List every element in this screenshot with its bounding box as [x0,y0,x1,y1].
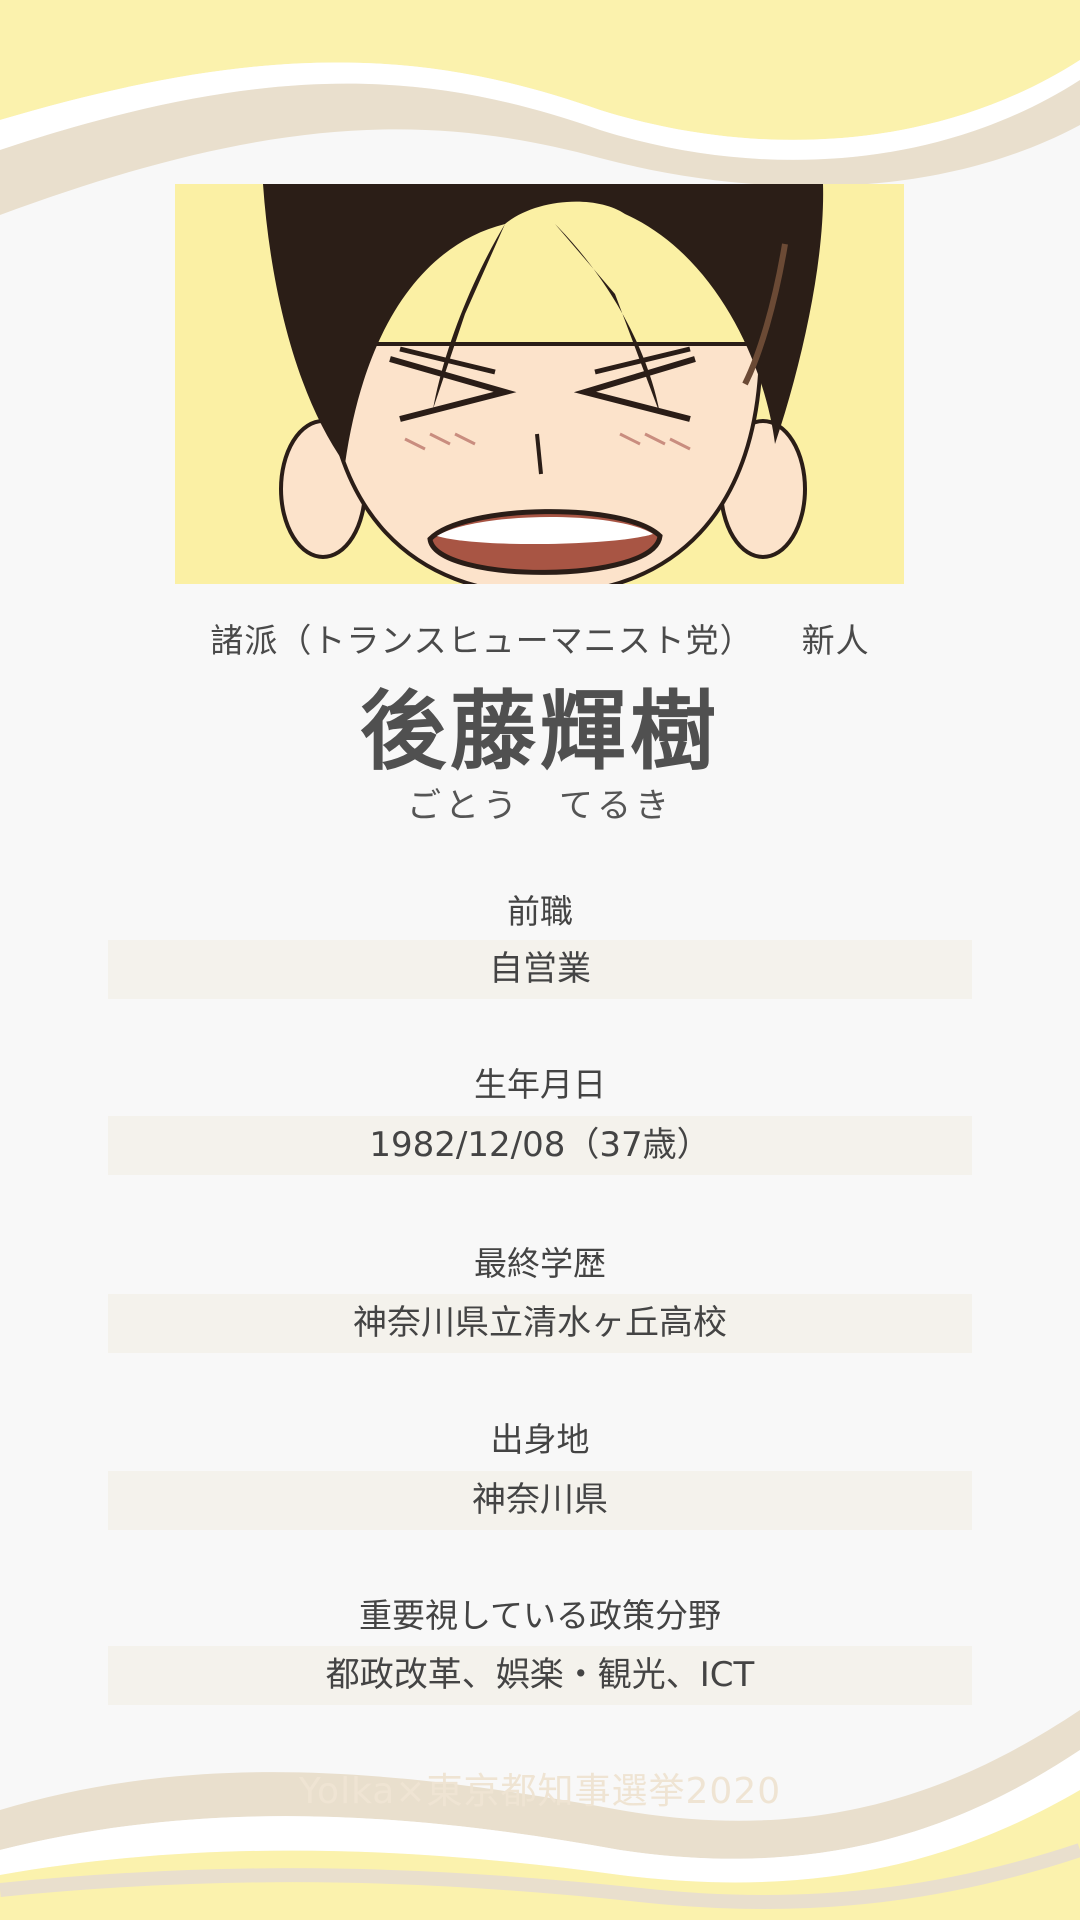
candidate-name-reading: ごとう てるき [407,786,673,826]
field-label-previous-job: 前職 [507,892,573,931]
candidate-portrait [175,184,904,584]
field-value-hometown: 神奈川県 [108,1471,972,1530]
field-label-birthdate: 生年月日 [474,1065,606,1104]
field-value-policy-areas: 都政改革、娯楽・観光、ICT [108,1646,972,1705]
candidate-status: 新人 [801,621,870,660]
field-label-policy-areas: 重要視している政策分野 [358,1596,721,1635]
candidate-portrait-illustration [175,184,904,584]
field-label-education: 最終学歴 [474,1244,606,1283]
footer-credit: Yolka×東京都知事選挙2020 [298,1771,782,1812]
field-label-hometown: 出身地 [490,1420,590,1459]
field-value-education: 神奈川県立清水ヶ丘高校 [108,1294,972,1353]
party-affiliation: 諸派（トランスヒューマニスト党） [210,621,754,660]
candidate-name: 後藤輝樹 [360,682,720,782]
party-affiliation-line: 諸派（トランスヒューマニスト党） 新人 [0,614,1080,662]
field-value-previous-job: 自営業 [108,940,972,999]
field-value-birthdate: 1982/12/08（37歳） [108,1116,972,1175]
